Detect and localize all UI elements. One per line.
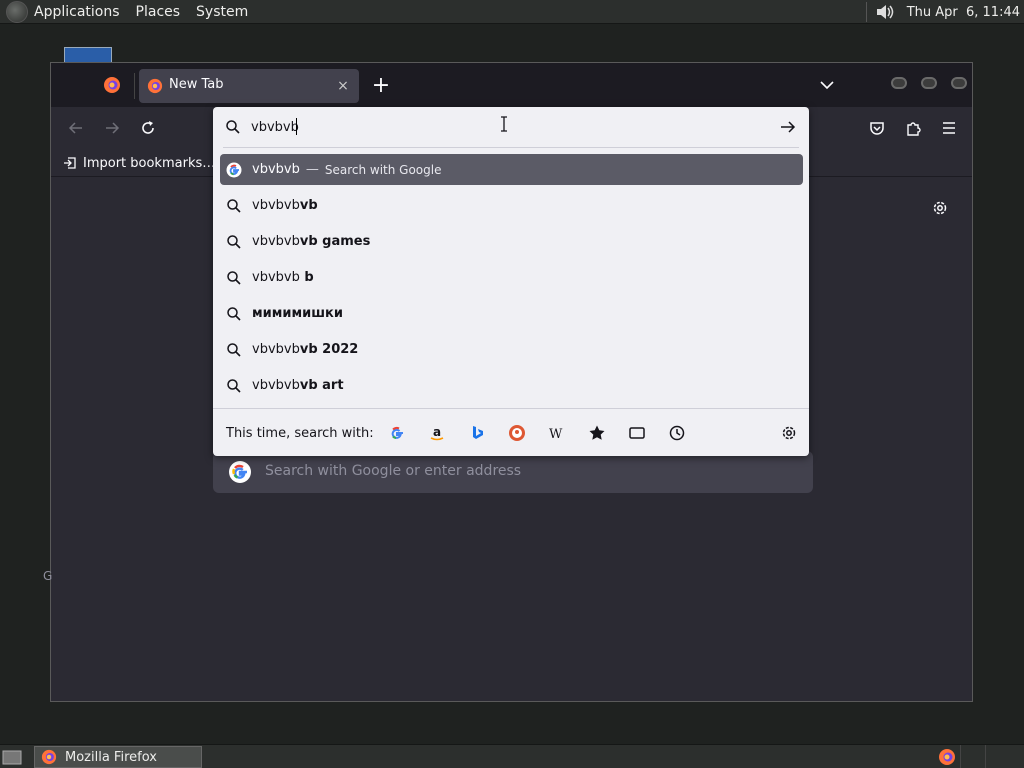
google-icon — [229, 461, 251, 483]
firefox-icon — [147, 78, 163, 94]
tab-title: New Tab — [169, 77, 224, 92]
places-menu[interactable]: Places — [136, 4, 181, 20]
result-suggestion-text: мимимишки — [252, 306, 343, 321]
result-suggestion-text: vb 2022 — [299, 342, 359, 357]
new-tab-button[interactable]: + — [369, 75, 393, 99]
extensions-icon[interactable] — [904, 119, 922, 137]
search-icon — [227, 270, 241, 285]
import-icon — [64, 157, 76, 169]
amazon-icon[interactable]: a — [428, 424, 446, 442]
urlbar-result-row[interactable]: мимимишки — [220, 298, 803, 329]
workspace-switcher-2[interactable] — [985, 745, 1005, 768]
gear-icon[interactable] — [780, 424, 798, 442]
google-icon — [226, 162, 242, 177]
tab-bar: New Tab × + — [51, 63, 972, 107]
go-arrow-icon[interactable] — [779, 118, 797, 136]
close-tab-icon[interactable]: × — [335, 78, 351, 94]
urlbar-result-row[interactable]: vbvbvb vb art — [220, 370, 803, 401]
url-input-row — [213, 107, 809, 147]
search-shortcuts-label: This time, search with: — [226, 426, 374, 441]
system-menu[interactable]: System — [196, 4, 248, 20]
chevron-down-icon[interactable] — [817, 75, 837, 95]
svg-text:W: W — [549, 427, 563, 442]
bottom-panel: Mozilla Firefox — [0, 744, 1024, 768]
text-caret — [296, 118, 297, 135]
search-icon — [227, 378, 241, 393]
search-shortcuts-footer: This time, search with: a W — [213, 409, 809, 456]
search-icon — [227, 198, 241, 213]
taskbar-window-label: Mozilla Firefox — [65, 749, 157, 765]
page-search-input[interactable]: Search with Google or enter address — [213, 451, 813, 493]
result-separator: — — [305, 162, 319, 177]
result-suggestion-text: vb — [299, 198, 318, 213]
tab-divider — [134, 73, 135, 99]
search-icon — [226, 120, 240, 134]
close-window-button[interactable] — [951, 77, 967, 89]
show-desktop-icon[interactable] — [2, 748, 22, 766]
result-suggestion-text: vb art — [299, 378, 344, 393]
clock[interactable]: Thu Apr 6, 11:44 — [907, 5, 1020, 20]
result-suggestion-text: vb games — [299, 234, 371, 249]
duckduckgo-icon[interactable] — [508, 424, 526, 442]
maximize-button[interactable] — [921, 77, 937, 89]
bing-icon[interactable] — [468, 424, 486, 442]
history-clock-icon[interactable] — [668, 424, 686, 442]
ibeam-cursor-icon — [501, 116, 507, 132]
svg-text:a: a — [433, 425, 441, 439]
result-action-text: Search with Google — [324, 162, 442, 177]
back-arrow-icon[interactable] — [67, 119, 85, 137]
search-icon — [227, 342, 241, 357]
divider — [223, 147, 799, 148]
pocket-icon[interactable] — [868, 119, 886, 137]
urlbar-result-row[interactable]: vbvbvb b — [220, 262, 803, 293]
firefox-view-icon[interactable] — [103, 76, 121, 94]
result-prefix-text: vbvbvb — [252, 198, 300, 213]
workspace-switcher-1[interactable] — [960, 745, 980, 768]
tabs-icon[interactable] — [628, 424, 646, 442]
result-prefix-text: vbvbvb — [252, 342, 300, 357]
import-bookmarks-button[interactable]: Import bookmarks… — [63, 153, 215, 173]
search-icon — [227, 234, 241, 249]
minimize-button[interactable] — [891, 77, 907, 89]
desktop-icon[interactable] — [64, 47, 112, 63]
top-panel: Applications Places System Thu Apr 6, 11… — [0, 0, 1024, 24]
urlbar-result-row[interactable]: vbvbvb vb games — [220, 226, 803, 257]
page-search-placeholder: Search with Google or enter address — [265, 463, 522, 479]
result-prefix-text: vbvbvb — [252, 234, 300, 249]
wikipedia-icon[interactable]: W — [548, 424, 566, 442]
applications-menu[interactable]: Applications — [34, 4, 120, 20]
urlbar-result-row[interactable]: vbvbvb — Search with Google — [220, 154, 803, 185]
forward-arrow-icon[interactable] — [103, 119, 121, 137]
page-partial-text: G — [43, 569, 53, 583]
urlbar-result-row[interactable]: vbvbvb vb 2022 — [220, 334, 803, 365]
panel-separator — [865, 2, 867, 22]
firefox-icon[interactable] — [938, 748, 956, 766]
result-prefix-text: vbvbvb — [252, 378, 300, 393]
taskbar-firefox-button[interactable]: Mozilla Firefox — [34, 746, 202, 768]
import-bookmarks-label: Import bookmarks… — [83, 155, 216, 171]
result-prefix-text: vbvbvb — [252, 162, 300, 177]
reload-icon[interactable] — [139, 119, 157, 137]
google-icon[interactable] — [388, 424, 406, 442]
urlbar-popup: vbvbvb—Search with Googlevbvbvbvbvbvbvbv… — [213, 107, 809, 456]
urlbar-result-row[interactable]: vbvbvb vb — [220, 190, 803, 221]
bookmarks-star-icon[interactable] — [588, 424, 606, 442]
search-icon — [227, 306, 241, 321]
firefox-icon — [41, 749, 57, 765]
gnome-foot-icon[interactable] — [6, 0, 28, 23]
gear-icon[interactable] — [931, 199, 949, 217]
result-suggestion-text: b — [299, 270, 314, 285]
hamburger-menu-icon[interactable] — [940, 119, 958, 137]
tab-new-tab[interactable]: New Tab × — [139, 69, 359, 103]
result-prefix-text: vbvbvb — [252, 270, 300, 285]
volume-icon[interactable] — [875, 3, 895, 21]
